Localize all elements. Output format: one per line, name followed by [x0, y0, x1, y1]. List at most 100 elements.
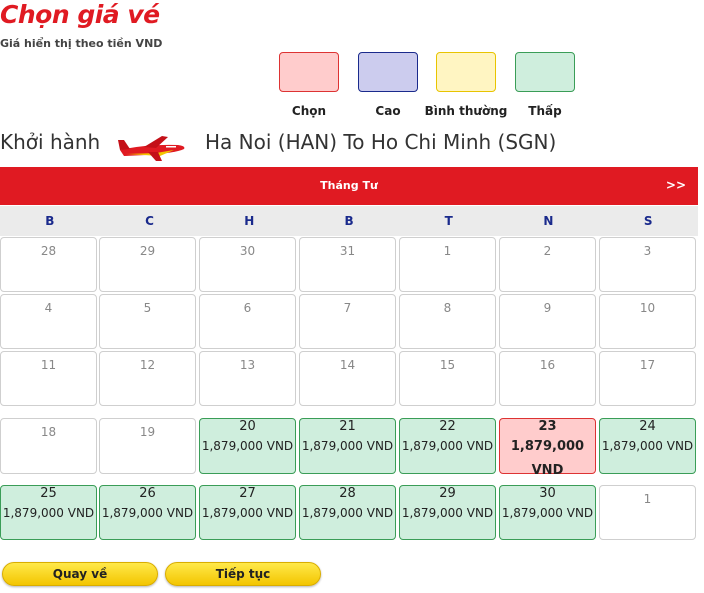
legend-swatch-normal — [436, 52, 496, 92]
fare-price: 1,879,000 VND — [401, 506, 494, 520]
route-info: Khởi hành Ha Noi (HAN) To Ho Chi Minh (S… — [0, 128, 704, 161]
day-cell[interactable]: 27 1,879,000 VND — [199, 485, 296, 540]
weekday-label: B — [344, 214, 354, 228]
fare-price: 1,879,000 VND — [301, 439, 394, 453]
day-number: 19 — [139, 425, 156, 439]
day-number: 12 — [139, 358, 156, 372]
day-cell: 12 — [99, 351, 196, 406]
fare-price: 1,879,000 VND — [401, 439, 494, 453]
day-cell: 3 — [599, 237, 696, 292]
day-cell: 13 — [199, 351, 296, 406]
day-number: 4 — [44, 301, 53, 315]
day-number: 29 — [439, 486, 456, 501]
day-cell: 14 — [299, 351, 396, 406]
day-cell: 19 — [99, 418, 196, 474]
day-cell: 10 — [599, 294, 696, 349]
fare-legend: Chọn Cao Bình thường Thấp — [0, 52, 704, 122]
day-number: 2 — [543, 244, 552, 258]
day-number: 18 — [40, 425, 57, 439]
legend-swatch-high — [358, 52, 418, 92]
day-number: 7 — [343, 301, 352, 315]
day-number: 20 — [239, 419, 256, 434]
weekday-header: B C H B T N S — [0, 206, 698, 236]
day-number: 14 — [339, 358, 356, 372]
month-header: Tháng Tư >> — [0, 167, 698, 205]
day-number: 16 — [539, 358, 556, 372]
day-cell: 29 — [99, 237, 196, 292]
day-number: 25 — [40, 486, 57, 501]
day-cell: 9 — [499, 294, 596, 349]
day-number: 17 — [639, 358, 656, 372]
day-cell: 7 — [299, 294, 396, 349]
day-number: 23 — [538, 419, 557, 434]
fare-price: 1,879,000 VND — [101, 506, 194, 520]
day-cell: 30 — [199, 237, 296, 292]
legend-swatch-low — [515, 52, 575, 92]
next-month-button[interactable]: >> — [666, 178, 686, 192]
weekday-label: S — [643, 214, 653, 228]
day-cell: 31 — [299, 237, 396, 292]
fare-price: 1,879,000 VND — [501, 506, 594, 520]
legend-item-low: Thấp — [495, 52, 595, 118]
day-number: 21 — [339, 419, 356, 434]
day-number: 13 — [239, 358, 256, 372]
day-number: 11 — [40, 358, 57, 372]
day-cell[interactable]: 25 1,879,000 VND — [0, 485, 97, 540]
day-number: 26 — [139, 486, 156, 501]
weekday-label: T — [444, 214, 453, 228]
day-cell: 28 — [0, 237, 97, 292]
day-cell[interactable]: 26 1,879,000 VND — [99, 485, 196, 540]
weekday-label: N — [543, 214, 554, 228]
day-cell: 4 — [0, 294, 97, 349]
day-number: 22 — [439, 419, 456, 434]
fare-price: 1,879,000 VND — [601, 439, 694, 453]
weekday-label: H — [244, 214, 255, 228]
day-cell: 1 — [599, 485, 696, 540]
day-number: 8 — [443, 301, 452, 315]
day-number: 10 — [639, 301, 656, 315]
day-cell: 8 — [399, 294, 496, 349]
day-number: 31 — [339, 244, 356, 258]
day-cell: 18 — [0, 418, 97, 474]
day-cell[interactable]: 30 1,879,000 VND — [499, 485, 596, 540]
day-number: 3 — [643, 244, 652, 258]
day-number: 28 — [40, 244, 57, 258]
day-cell[interactable]: 20 1,879,000 VND — [199, 418, 296, 474]
day-cell[interactable]: 21 1,879,000 VND — [299, 418, 396, 474]
airplane-icon — [118, 136, 185, 161]
day-number: 1 — [643, 492, 652, 506]
day-number: 5 — [143, 301, 152, 315]
day-cell[interactable]: 28 1,879,000 VND — [299, 485, 396, 540]
day-cell[interactable]: 24 1,879,000 VND — [599, 418, 696, 474]
departure-label: Khởi hành — [0, 130, 101, 154]
day-number: 30 — [239, 244, 256, 258]
route-text: Ha Noi (HAN) To Ho Chi Minh (SGN) — [205, 130, 557, 154]
continue-button[interactable]: Tiếp tục — [165, 562, 321, 586]
day-cell: 11 — [0, 351, 97, 406]
day-number: 30 — [539, 486, 556, 501]
page-title: Chọn giá vé — [0, 0, 160, 29]
back-button[interactable]: Quay về — [2, 562, 158, 586]
day-cell: 17 — [599, 351, 696, 406]
weekday-label: B — [45, 214, 55, 228]
day-cell[interactable]: 29 1,879,000 VND — [399, 485, 496, 540]
day-number: 29 — [139, 244, 156, 258]
weekday-label: C — [145, 214, 154, 228]
day-cell: 16 — [499, 351, 596, 406]
price-currency-note: Giá hiển thị theo tiền VND — [0, 37, 163, 50]
fare-price: 1,879,000 VND — [201, 439, 294, 453]
day-cell-selected[interactable]: 23 1,879,000 VND — [499, 418, 596, 478]
day-number: 28 — [339, 486, 356, 501]
fare-price: 1,879,000 VND — [510, 439, 585, 478]
legend-label-low: Thấp — [528, 104, 562, 118]
day-number: 9 — [543, 301, 552, 315]
fare-price: 1,879,000 VND — [201, 506, 294, 520]
day-number: 27 — [239, 486, 256, 501]
day-number: 15 — [439, 358, 456, 372]
day-cell: 2 — [499, 237, 596, 292]
month-title: Tháng Tư — [320, 179, 378, 192]
day-cell: 1 — [399, 237, 496, 292]
day-cell: 5 — [99, 294, 196, 349]
day-cell: 6 — [199, 294, 296, 349]
day-cell[interactable]: 22 1,879,000 VND — [399, 418, 496, 474]
